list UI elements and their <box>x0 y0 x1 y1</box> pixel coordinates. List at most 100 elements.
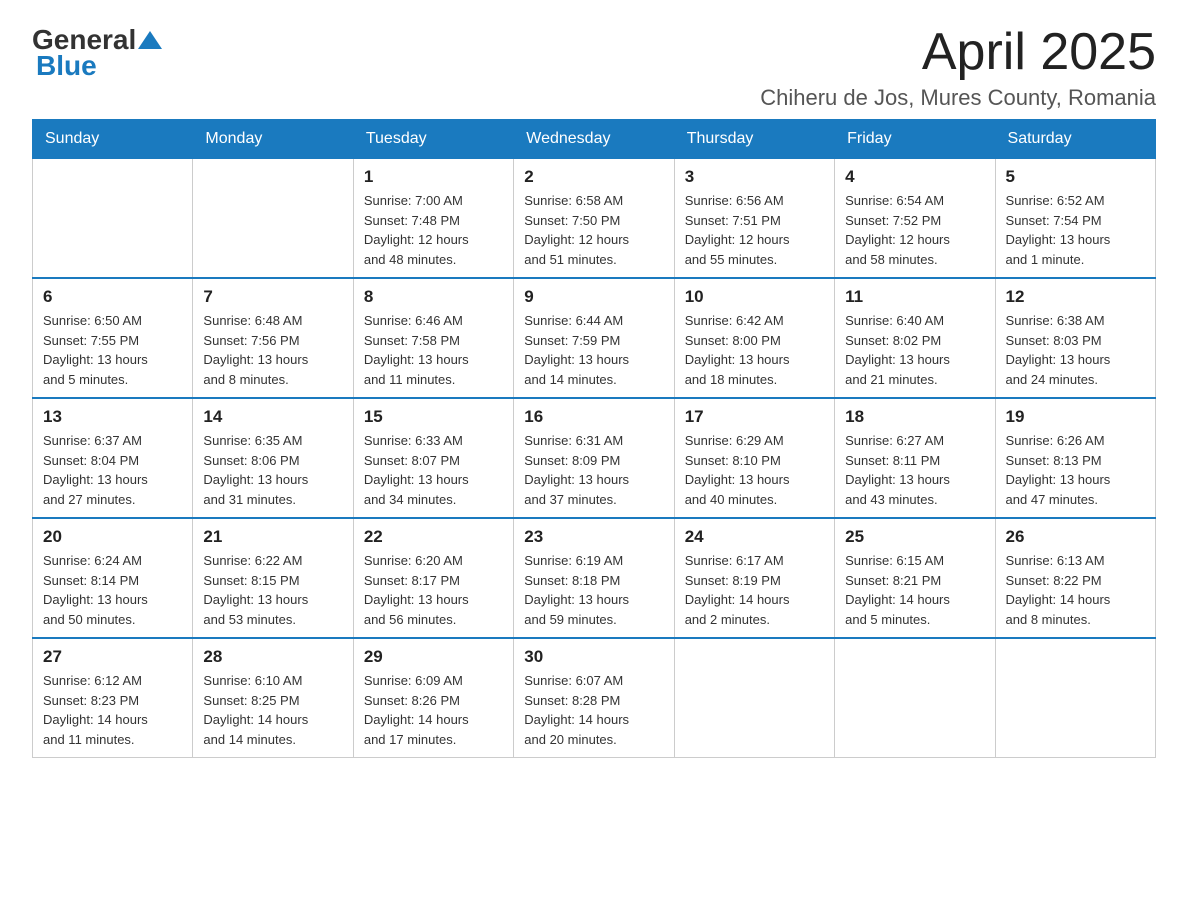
day-number: 16 <box>524 407 663 427</box>
day-info: Sunrise: 6:56 AM Sunset: 7:51 PM Dayligh… <box>685 191 824 269</box>
calendar-week-row: 13 Sunrise: 6:37 AM Sunset: 8:04 PM Dayli… <box>33 398 1156 518</box>
day-number: 28 <box>203 647 342 667</box>
day-info: Sunrise: 6:20 AM Sunset: 8:17 PM Dayligh… <box>364 551 503 629</box>
calendar-cell: 28 Sunrise: 6:10 AM Sunset: 8:25 PM Dayli… <box>193 638 353 758</box>
day-number: 13 <box>43 407 182 427</box>
day-number: 17 <box>685 407 824 427</box>
day-info: Sunrise: 6:42 AM Sunset: 8:00 PM Dayligh… <box>685 311 824 389</box>
month-title: April 2025 <box>760 24 1156 81</box>
weekday-header-wednesday: Wednesday <box>514 120 674 159</box>
calendar-cell: 11Sunrise: 6:40 AM Sunset: 8:02 PM Dayli… <box>835 278 995 398</box>
calendar-week-row: 6 Sunrise: 6:50 AM Sunset: 7:55 PM Daylig… <box>33 278 1156 398</box>
day-number: 24 <box>685 527 824 547</box>
calendar-cell <box>835 638 995 758</box>
day-number: 30 <box>524 647 663 667</box>
calendar-cell: 16 Sunrise: 6:31 AM Sunset: 8:09 PM Dayli… <box>514 398 674 518</box>
calendar-cell: 12 Sunrise: 6:38 AM Sunset: 8:03 PM Dayli… <box>995 278 1155 398</box>
page-header: General Blue April 2025 Chiheru de Jos, … <box>32 24 1156 111</box>
calendar-cell: 24 Sunrise: 6:17 AM Sunset: 8:19 PM Dayli… <box>674 518 834 638</box>
day-info: Sunrise: 6:29 AM Sunset: 8:10 PM Dayligh… <box>685 431 824 509</box>
day-number: 1 <box>364 167 503 187</box>
weekday-header-friday: Friday <box>835 120 995 159</box>
logo: General Blue <box>32 24 164 82</box>
logo-blue-text: Blue <box>36 50 97 82</box>
day-info: Sunrise: 6:24 AM Sunset: 8:14 PM Dayligh… <box>43 551 182 629</box>
day-number: 27 <box>43 647 182 667</box>
day-number: 21 <box>203 527 342 547</box>
title-area: April 2025 Chiheru de Jos, Mures County,… <box>760 24 1156 111</box>
calendar-cell: 1 Sunrise: 7:00 AM Sunset: 7:48 PM Daylig… <box>353 159 513 279</box>
day-info: Sunrise: 6:10 AM Sunset: 8:25 PM Dayligh… <box>203 671 342 749</box>
day-number: 23 <box>524 527 663 547</box>
calendar-cell: 30 Sunrise: 6:07 AM Sunset: 8:28 PM Dayli… <box>514 638 674 758</box>
day-info: Sunrise: 6:13 AM Sunset: 8:22 PM Dayligh… <box>1006 551 1145 629</box>
calendar-cell: 8Sunrise: 6:46 AM Sunset: 7:58 PM Daylig… <box>353 278 513 398</box>
calendar-cell <box>674 638 834 758</box>
weekday-header-sunday: Sunday <box>33 120 193 159</box>
weekday-header-monday: Monday <box>193 120 353 159</box>
day-number: 9 <box>524 287 663 307</box>
weekday-header-row: SundayMondayTuesdayWednesdayThursdayFrid… <box>33 120 1156 159</box>
day-number: 2 <box>524 167 663 187</box>
calendar-week-row: 20 Sunrise: 6:24 AM Sunset: 8:14 PM Dayli… <box>33 518 1156 638</box>
calendar-cell: 18 Sunrise: 6:27 AM Sunset: 8:11 PM Dayli… <box>835 398 995 518</box>
calendar-cell <box>995 638 1155 758</box>
day-info: Sunrise: 6:38 AM Sunset: 8:03 PM Dayligh… <box>1006 311 1145 389</box>
calendar-week-row: 1 Sunrise: 7:00 AM Sunset: 7:48 PM Daylig… <box>33 159 1156 279</box>
day-info: Sunrise: 6:58 AM Sunset: 7:50 PM Dayligh… <box>524 191 663 269</box>
calendar-cell: 13 Sunrise: 6:37 AM Sunset: 8:04 PM Dayli… <box>33 398 193 518</box>
day-number: 11 <box>845 287 984 307</box>
calendar-cell: 2 Sunrise: 6:58 AM Sunset: 7:50 PM Daylig… <box>514 159 674 279</box>
calendar-cell <box>33 159 193 279</box>
calendar-cell: 3 Sunrise: 6:56 AM Sunset: 7:51 PM Daylig… <box>674 159 834 279</box>
calendar-cell: 10Sunrise: 6:42 AM Sunset: 8:00 PM Dayli… <box>674 278 834 398</box>
day-info: Sunrise: 6:19 AM Sunset: 8:18 PM Dayligh… <box>524 551 663 629</box>
calendar-cell: 4 Sunrise: 6:54 AM Sunset: 7:52 PM Daylig… <box>835 159 995 279</box>
day-number: 5 <box>1006 167 1145 187</box>
location-subtitle: Chiheru de Jos, Mures County, Romania <box>760 85 1156 111</box>
day-info: Sunrise: 7:00 AM Sunset: 7:48 PM Dayligh… <box>364 191 503 269</box>
day-info: Sunrise: 6:50 AM Sunset: 7:55 PM Dayligh… <box>43 311 182 389</box>
day-number: 14 <box>203 407 342 427</box>
day-info: Sunrise: 6:07 AM Sunset: 8:28 PM Dayligh… <box>524 671 663 749</box>
calendar-cell: 21 Sunrise: 6:22 AM Sunset: 8:15 PM Dayli… <box>193 518 353 638</box>
calendar-cell: 17 Sunrise: 6:29 AM Sunset: 8:10 PM Dayli… <box>674 398 834 518</box>
calendar-cell: 9 Sunrise: 6:44 AM Sunset: 7:59 PM Daylig… <box>514 278 674 398</box>
day-number: 4 <box>845 167 984 187</box>
calendar-cell <box>193 159 353 279</box>
calendar-cell: 26 Sunrise: 6:13 AM Sunset: 8:22 PM Dayli… <box>995 518 1155 638</box>
day-info: Sunrise: 6:12 AM Sunset: 8:23 PM Dayligh… <box>43 671 182 749</box>
day-number: 12 <box>1006 287 1145 307</box>
calendar-cell: 22 Sunrise: 6:20 AM Sunset: 8:17 PM Dayli… <box>353 518 513 638</box>
day-info: Sunrise: 6:33 AM Sunset: 8:07 PM Dayligh… <box>364 431 503 509</box>
day-number: 20 <box>43 527 182 547</box>
calendar-week-row: 27 Sunrise: 6:12 AM Sunset: 8:23 PM Dayli… <box>33 638 1156 758</box>
day-number: 18 <box>845 407 984 427</box>
day-number: 25 <box>845 527 984 547</box>
weekday-header-tuesday: Tuesday <box>353 120 513 159</box>
day-info: Sunrise: 6:48 AM Sunset: 7:56 PM Dayligh… <box>203 311 342 389</box>
day-info: Sunrise: 6:44 AM Sunset: 7:59 PM Dayligh… <box>524 311 663 389</box>
day-info: Sunrise: 6:27 AM Sunset: 8:11 PM Dayligh… <box>845 431 984 509</box>
calendar-cell: 25Sunrise: 6:15 AM Sunset: 8:21 PM Dayli… <box>835 518 995 638</box>
weekday-header-saturday: Saturday <box>995 120 1155 159</box>
day-info: Sunrise: 6:17 AM Sunset: 8:19 PM Dayligh… <box>685 551 824 629</box>
day-info: Sunrise: 6:09 AM Sunset: 8:26 PM Dayligh… <box>364 671 503 749</box>
day-number: 19 <box>1006 407 1145 427</box>
day-number: 6 <box>43 287 182 307</box>
day-info: Sunrise: 6:22 AM Sunset: 8:15 PM Dayligh… <box>203 551 342 629</box>
day-info: Sunrise: 6:46 AM Sunset: 7:58 PM Dayligh… <box>364 311 503 389</box>
day-info: Sunrise: 6:31 AM Sunset: 8:09 PM Dayligh… <box>524 431 663 509</box>
day-info: Sunrise: 6:52 AM Sunset: 7:54 PM Dayligh… <box>1006 191 1145 269</box>
day-number: 15 <box>364 407 503 427</box>
day-number: 7 <box>203 287 342 307</box>
day-info: Sunrise: 6:54 AM Sunset: 7:52 PM Dayligh… <box>845 191 984 269</box>
calendar-cell: 20 Sunrise: 6:24 AM Sunset: 8:14 PM Dayli… <box>33 518 193 638</box>
calendar-cell: 5 Sunrise: 6:52 AM Sunset: 7:54 PM Daylig… <box>995 159 1155 279</box>
day-number: 22 <box>364 527 503 547</box>
day-info: Sunrise: 6:35 AM Sunset: 8:06 PM Dayligh… <box>203 431 342 509</box>
calendar-cell: 27 Sunrise: 6:12 AM Sunset: 8:23 PM Dayli… <box>33 638 193 758</box>
day-info: Sunrise: 6:37 AM Sunset: 8:04 PM Dayligh… <box>43 431 182 509</box>
day-number: 26 <box>1006 527 1145 547</box>
day-number: 3 <box>685 167 824 187</box>
